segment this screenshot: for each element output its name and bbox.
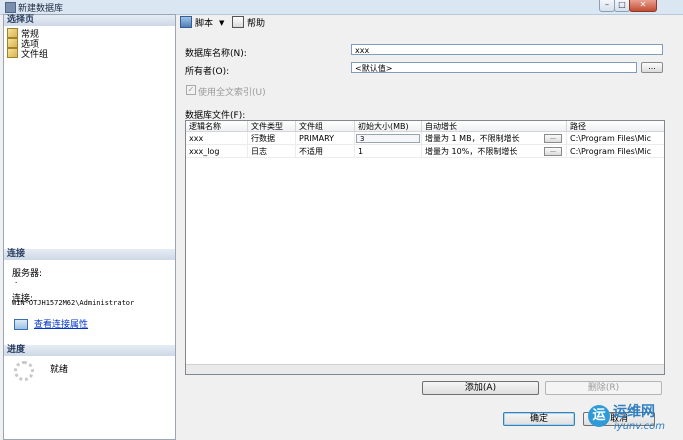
db-name-input[interactable]: xxx (351, 44, 663, 55)
table-row-cell-size[interactable]: 1 (355, 145, 422, 158)
help-button[interactable]: 帮助 (232, 16, 265, 30)
col-header-file-type[interactable]: 文件类型 (248, 121, 296, 132)
db-name-label: 数据库名称(N): (185, 49, 247, 59)
table-row-cell-path[interactable]: C:\Program Files\Mic (567, 132, 664, 145)
table-row-cell-growth[interactable]: 增量为 1 MB，不限制增长 ... (422, 132, 567, 145)
table-row-cell-type[interactable]: 行数据 (248, 132, 296, 145)
window-title: 新建数据库 (18, 4, 64, 14)
page-filegroups[interactable]: 文件组 (7, 48, 49, 60)
table-row-cell-name[interactable]: xxx (186, 132, 248, 145)
col-header-filegroup[interactable]: 文件组 (296, 121, 355, 132)
add-button[interactable]: 添加(A) (422, 381, 539, 395)
database-icon (5, 2, 16, 13)
minimize-button[interactable]: – (599, 0, 615, 12)
initial-size-spinbox[interactable]: 3 (356, 134, 420, 143)
fulltext-checkbox[interactable]: ✓ (186, 85, 196, 95)
page-icon (7, 38, 18, 48)
close-button[interactable]: ✕ (629, 0, 657, 12)
col-header-autogrowth[interactable]: 自动增长 (422, 121, 567, 132)
col-header-path[interactable]: 路径 (567, 121, 664, 132)
owner-input[interactable]: <默认值> (351, 62, 637, 73)
watermark-text: 运维网 (613, 404, 655, 420)
owner-browse-button[interactable]: ... (641, 62, 663, 73)
table-row-cell-growth[interactable]: 增量为 10%，不限制增长 ... (422, 145, 567, 158)
progress-header: 进度 (4, 345, 175, 356)
table-row-cell-size[interactable]: 3 (355, 132, 422, 145)
table-row-cell-filegroup[interactable]: PRIMARY (296, 132, 355, 145)
script-icon (180, 16, 192, 28)
script-label: 脚本 (195, 19, 214, 29)
view-connection-properties-link[interactable]: 查看连接属性 (34, 317, 88, 330)
col-header-logical-name[interactable]: 逻辑名称 (186, 121, 248, 132)
progress-spinner-icon (14, 361, 34, 381)
title-bar: 新建数据库 – □ ✕ (0, 0, 683, 15)
ok-button[interactable]: 确定 (503, 412, 575, 426)
server-value: . (14, 277, 19, 285)
growth-browse-button[interactable]: ... (544, 147, 562, 156)
help-icon (232, 16, 244, 28)
progress-status: 就绪 (50, 365, 69, 375)
grid-horizontal-scrollbar[interactable] (186, 364, 664, 374)
database-files-grid[interactable]: 逻辑名称 文件类型 文件组 初始大小(MB) 自动增长 路径 xxx 行数据 P… (185, 120, 665, 375)
growth-browse-button[interactable]: ... (544, 134, 562, 143)
fulltext-label: 使用全文索引(U) (198, 88, 266, 98)
page-general[interactable]: 常规 (7, 28, 39, 40)
watermark-sub: iyunv.com (614, 421, 666, 432)
growth-text: 增量为 10%，不限制增长 (425, 147, 518, 156)
connection-value: WIN-OTJH1572M62\Administrator (12, 299, 135, 307)
remove-button[interactable]: 删除(R) (545, 381, 662, 395)
table-row-cell-name[interactable]: xxx_log (186, 145, 248, 158)
script-button[interactable]: 脚本 (180, 16, 213, 30)
maximize-button[interactable]: □ (614, 0, 630, 12)
owner-label: 所有者(O): (185, 67, 230, 77)
left-pane: 选择页 常规 选项 文件组 连接 服务器: . 连接: WIN-OTJH1572… (3, 14, 176, 440)
help-label: 帮助 (247, 19, 266, 29)
col-header-initial-size[interactable]: 初始大小(MB) (355, 121, 422, 132)
table-row-cell-type[interactable]: 日志 (248, 145, 296, 158)
table-row-cell-path[interactable]: C:\Program Files\Mic (567, 145, 664, 158)
page-options[interactable]: 选项 (7, 38, 39, 50)
page-icon (7, 28, 18, 38)
script-dropdown-arrow[interactable]: ▼ (219, 16, 224, 30)
page-icon (7, 48, 18, 58)
connection-header: 连接 (4, 249, 175, 260)
connection-properties-icon (14, 319, 28, 330)
table-row-cell-filegroup[interactable]: 不适用 (296, 145, 355, 158)
watermark-logo: 运 运维网 iyunv.com (588, 401, 678, 437)
select-page-header: 选择页 (4, 15, 175, 26)
page-filegroups-label: 文件组 (21, 50, 49, 60)
watermark-circle-icon: 运 (588, 405, 610, 427)
growth-text: 增量为 1 MB，不限制增长 (425, 134, 520, 143)
